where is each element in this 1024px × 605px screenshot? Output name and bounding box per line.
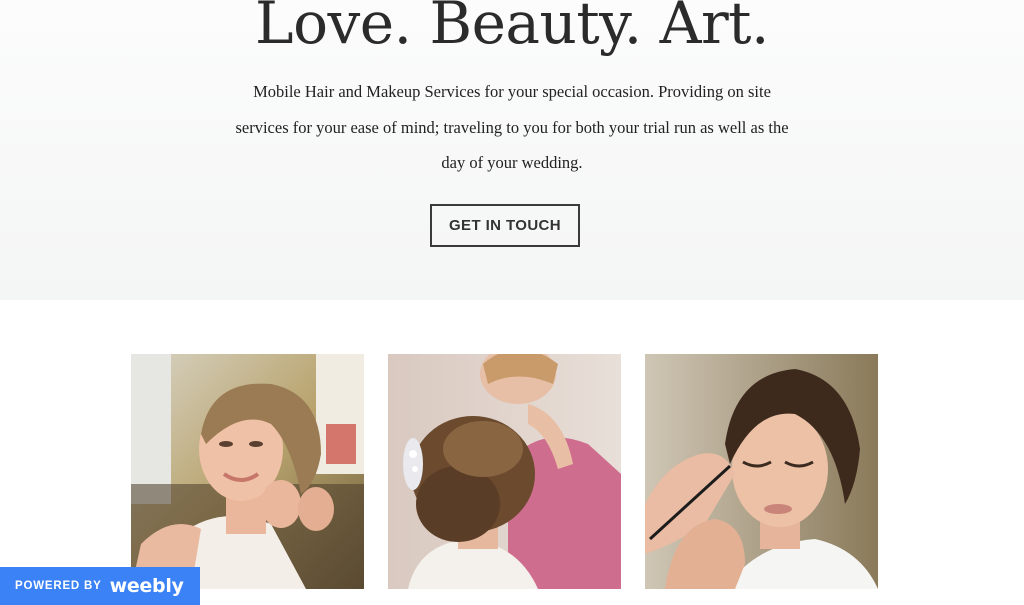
weebly-logo: weebly <box>109 575 184 597</box>
gallery-image-bride-earring[interactable] <box>131 354 364 589</box>
hero-description-line: services for your ease of mind; travelin… <box>235 117 789 137</box>
hero-description-line: Mobile Hair and Makeup Services for your… <box>253 82 771 101</box>
powered-by-weebly-badge[interactable]: POWERED BY weebly <box>0 567 200 605</box>
gallery-image-eye-makeup[interactable] <box>645 354 878 589</box>
gallery-image-bridal-updo[interactable] <box>388 354 621 589</box>
hero-title: Love. Beauty. Art. <box>255 0 769 57</box>
page: Love. Beauty. Art. Mobile Hair and Makeu… <box>0 0 1024 605</box>
hero-description-line: day of your wedding. <box>441 153 583 172</box>
powered-by-label: POWERED BY <box>15 580 102 592</box>
hero-description: Mobile Hair and Makeup Services for your… <box>222 74 802 181</box>
hero-section: Love. Beauty. Art. Mobile Hair and Makeu… <box>0 0 1024 300</box>
get-in-touch-button[interactable]: GET IN TOUCH <box>430 204 580 247</box>
